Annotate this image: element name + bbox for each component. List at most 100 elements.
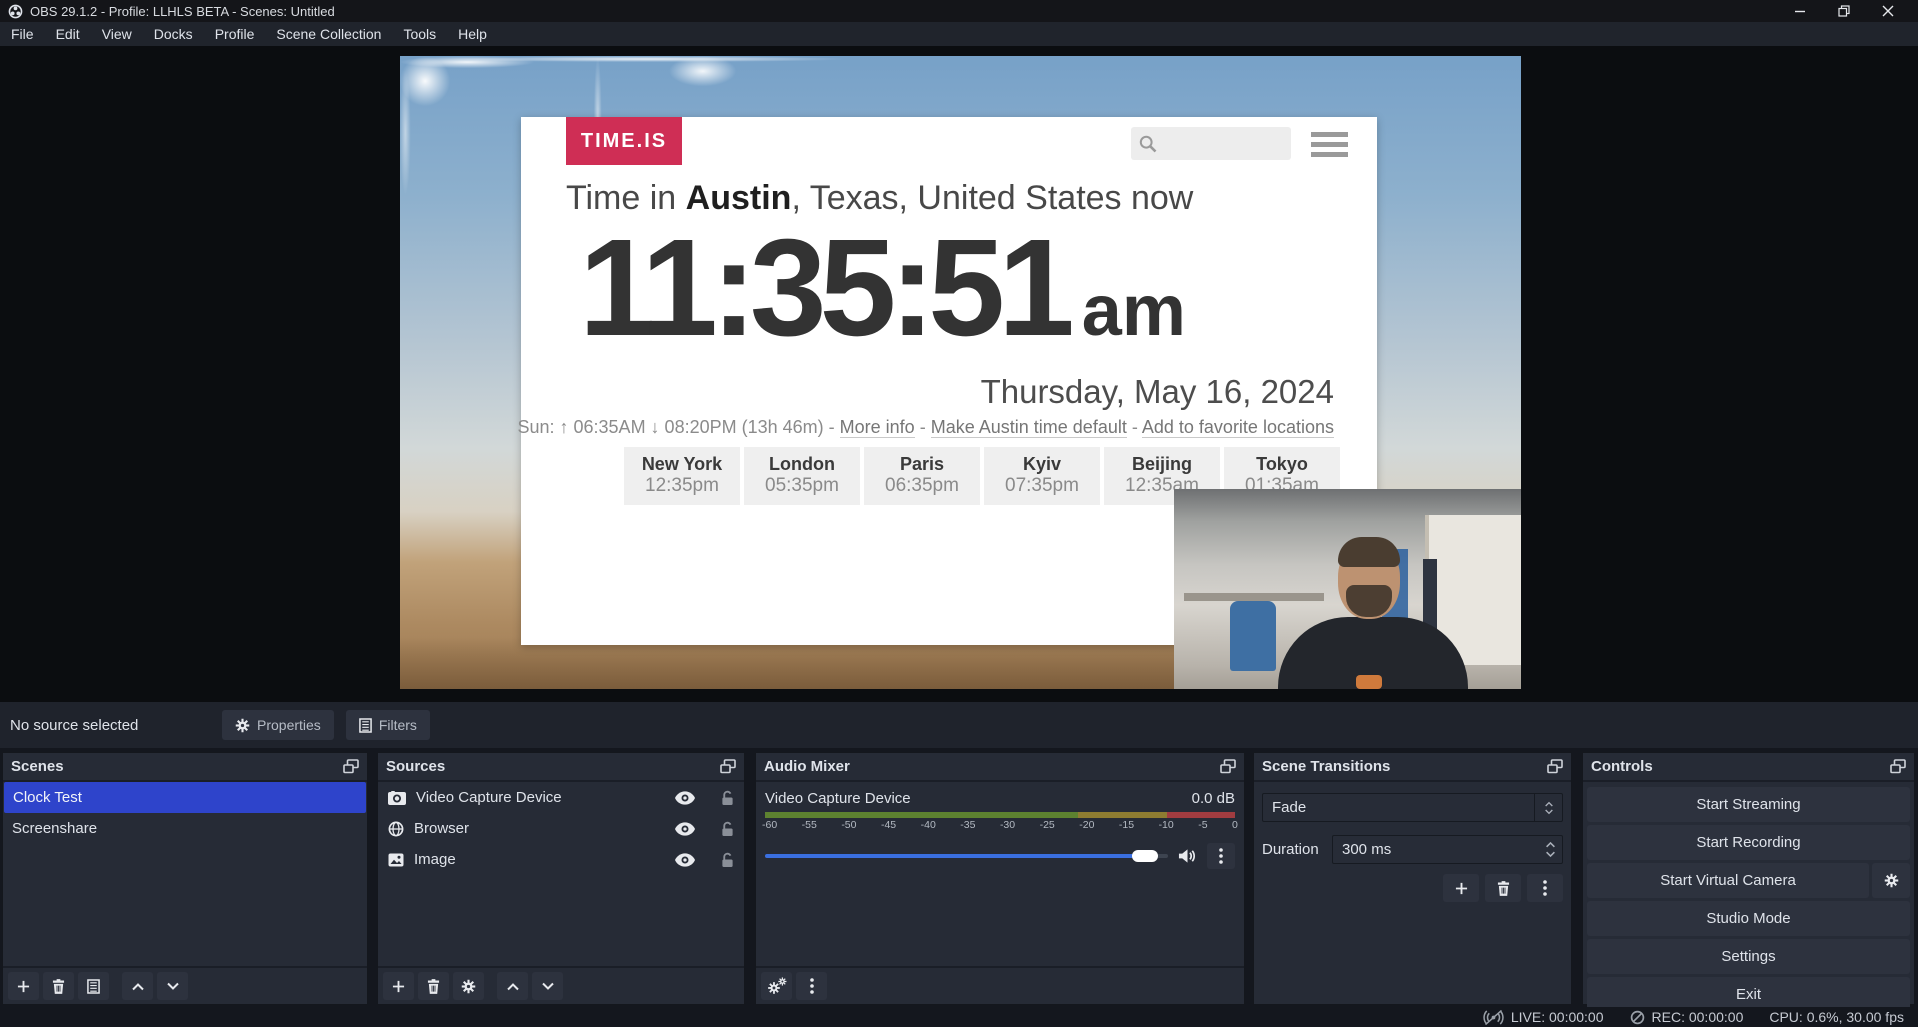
- move-scene-down-button[interactable]: [157, 972, 188, 1000]
- obs-logo-icon: [8, 4, 23, 19]
- preview-area: TIME.IS Time in Austin, Texas, United St…: [0, 46, 1918, 702]
- scenes-list: Clock Test Screenshare: [3, 782, 367, 966]
- virtual-camera-settings-button[interactable]: [1872, 863, 1910, 898]
- visibility-eye-icon[interactable]: [675, 853, 695, 867]
- preview-canvas[interactable]: TIME.IS Time in Austin, Texas, United St…: [400, 56, 1521, 689]
- menu-profile[interactable]: Profile: [204, 22, 266, 46]
- mixer-channel: Video Capture Device 0.0 dB -60-55-50-45…: [756, 782, 1244, 966]
- clock-meridiem: am: [1082, 270, 1186, 352]
- menu-file[interactable]: File: [0, 22, 45, 46]
- speaker-icon[interactable]: [1178, 848, 1197, 864]
- timeis-date: Thursday, May 16, 2024: [981, 373, 1334, 411]
- menu-scene-collection[interactable]: Scene Collection: [265, 22, 392, 46]
- stream-inactive-icon: [1483, 1010, 1504, 1025]
- timeis-sun-info: Sun: ↑ 06:35AM ↓ 08:20PM (13h 46m) - Mor…: [517, 417, 1334, 438]
- visibility-eye-icon[interactable]: [675, 791, 695, 805]
- move-scene-up-button[interactable]: [122, 972, 153, 1000]
- duration-spinbox[interactable]: 300 ms: [1332, 835, 1563, 864]
- remove-scene-button[interactable]: [43, 972, 74, 1000]
- add-source-button[interactable]: [383, 972, 414, 1000]
- sources-list: Video Capture Device Browser Image: [378, 782, 744, 966]
- city-tile: New York12:35pm: [624, 447, 740, 505]
- volume-slider-handle[interactable]: [1132, 850, 1158, 862]
- start-recording-button[interactable]: Start Recording: [1587, 825, 1910, 860]
- advanced-audio-button[interactable]: [761, 972, 792, 1000]
- audio-mixer-panel: Audio Mixer Video Capture Device 0.0 dB …: [755, 752, 1245, 1005]
- office-chair: [1230, 601, 1276, 671]
- scene-filters-button[interactable]: [78, 972, 109, 1000]
- properties-button[interactable]: Properties: [222, 710, 334, 740]
- remove-source-button[interactable]: [418, 972, 449, 1000]
- minimize-button[interactable]: [1778, 0, 1822, 22]
- status-bar: LIVE: 00:00:00 REC: 00:00:00 CPU: 0.6%, …: [0, 1007, 1918, 1027]
- source-item-image[interactable]: Image: [378, 844, 744, 875]
- transition-select[interactable]: Fade: [1262, 793, 1563, 822]
- menu-view[interactable]: View: [91, 22, 143, 46]
- scenes-panel-header[interactable]: Scenes: [3, 753, 367, 782]
- spin-carets[interactable]: [1538, 841, 1562, 858]
- scene-item-clock-test[interactable]: Clock Test: [4, 782, 366, 813]
- timeis-logo: TIME.IS: [566, 117, 682, 165]
- globe-icon: [388, 821, 404, 837]
- popout-icon: [1890, 759, 1906, 774]
- lock-icon[interactable]: [721, 790, 734, 806]
- person-shirt: [1356, 675, 1382, 689]
- image-icon: [388, 853, 404, 867]
- timeis-clock: 11:35:51 am: [579, 213, 1339, 365]
- cpu-status: CPU: 0.6%, 30.00 fps: [1769, 1009, 1904, 1025]
- mixer-level-db: 0.0 dB: [1192, 790, 1235, 807]
- visibility-eye-icon[interactable]: [675, 822, 695, 836]
- start-streaming-button[interactable]: Start Streaming: [1587, 787, 1910, 822]
- webcam-overlay: [1174, 489, 1521, 689]
- filters-button[interactable]: Filters: [346, 710, 430, 740]
- titlebar: OBS 29.1.2 - Profile: LLHLS BETA - Scene…: [0, 0, 1918, 22]
- move-source-up-button[interactable]: [497, 972, 528, 1000]
- popout-icon: [1547, 759, 1563, 774]
- transitions-header[interactable]: Scene Transitions: [1254, 753, 1571, 782]
- audio-mixer-header[interactable]: Audio Mixer: [756, 753, 1244, 782]
- scene-item-screenshare[interactable]: Screenshare: [3, 813, 367, 844]
- menu-help[interactable]: Help: [447, 22, 498, 46]
- controls-header[interactable]: Controls: [1583, 753, 1914, 782]
- restore-button[interactable]: [1822, 0, 1866, 22]
- volume-meter: [765, 812, 1235, 818]
- move-source-down-button[interactable]: [532, 972, 563, 1000]
- mixer-menu-button[interactable]: [796, 972, 827, 1000]
- menu-bar: File Edit View Docks Profile Scene Colle…: [0, 22, 1918, 46]
- popout-icon: [343, 759, 359, 774]
- city-tile: London05:35pm: [744, 447, 860, 505]
- volume-slider[interactable]: [765, 845, 1168, 867]
- transition-menu-button[interactable]: [1527, 874, 1563, 902]
- gear-icon: [235, 718, 250, 733]
- window-title: OBS 29.1.2 - Profile: LLHLS BETA - Scene…: [30, 4, 335, 19]
- lock-icon[interactable]: [721, 852, 734, 868]
- hamburger-menu-icon: [1311, 132, 1348, 162]
- menu-edit[interactable]: Edit: [45, 22, 91, 46]
- add-transition-button[interactable]: [1443, 874, 1479, 902]
- settings-button[interactable]: Settings: [1587, 939, 1910, 974]
- popout-icon: [1220, 759, 1236, 774]
- source-item-video-capture[interactable]: Video Capture Device: [378, 782, 744, 813]
- lock-icon[interactable]: [721, 821, 734, 837]
- menu-docks[interactable]: Docks: [143, 22, 204, 46]
- studio-mode-button[interactable]: Studio Mode: [1587, 901, 1910, 936]
- city-tile: Kyiv07:35pm: [984, 447, 1100, 505]
- source-toolbar: No source selected Properties Filters: [0, 702, 1918, 748]
- live-status: LIVE: 00:00:00: [1483, 1009, 1604, 1025]
- remove-transition-button[interactable]: [1485, 874, 1521, 902]
- rec-status: REC: 00:00:00: [1630, 1009, 1744, 1025]
- window-controls: [1778, 0, 1910, 22]
- source-item-browser[interactable]: Browser: [378, 813, 744, 844]
- add-scene-button[interactable]: [8, 972, 39, 1000]
- scenes-toolbar: [3, 966, 367, 1004]
- meter-scale: -60-55-50-45-40-35-30-25-20-15-10-50: [762, 819, 1238, 831]
- filter-icon: [359, 718, 372, 733]
- source-properties-button[interactable]: [453, 972, 484, 1000]
- close-button[interactable]: [1866, 0, 1910, 22]
- mixer-channel-menu-button[interactable]: [1207, 843, 1235, 869]
- start-virtual-camera-button[interactable]: Start Virtual Camera: [1587, 863, 1869, 898]
- add-favorite-link: Add to favorite locations: [1142, 417, 1334, 438]
- menu-tools[interactable]: Tools: [392, 22, 447, 46]
- popout-icon: [720, 759, 736, 774]
- sources-panel-header[interactable]: Sources: [378, 753, 744, 782]
